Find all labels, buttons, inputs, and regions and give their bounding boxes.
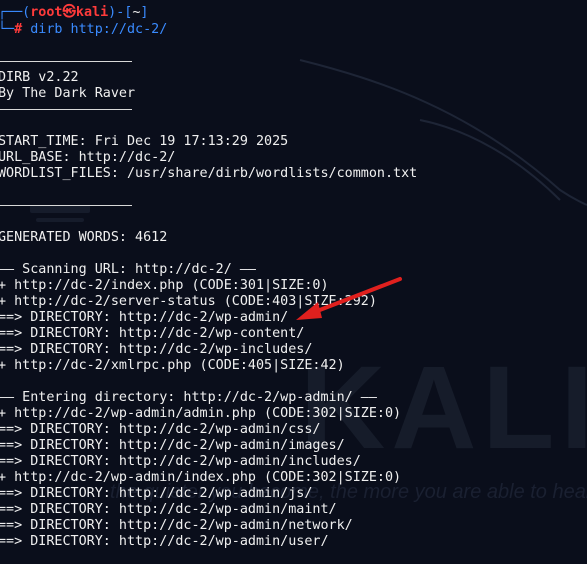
directory-line: ==> DIRECTORY: http://dc-2/wp-admin/user… (0, 534, 329, 549)
entering-header: —— Entering directory: http://dc-2/wp-ad… (0, 390, 377, 405)
divider (0, 61, 132, 62)
prompt-user: root (30, 5, 63, 20)
generated-words: GENERATED WORDS: 4612 (0, 230, 168, 245)
directory-line: ==> DIRECTORY: http://dc-2/wp-admin/css/ (0, 422, 321, 437)
divider (0, 205, 132, 206)
directory-line: ==> DIRECTORY: http://dc-2/wp-admin/js/ (0, 486, 313, 501)
divider (0, 109, 132, 110)
url-base: URL_BASE: http://dc-2/ (0, 150, 176, 165)
command-line[interactable]: └─# dirb http://dc-2/ (0, 22, 167, 38)
wordlist-files: WORDLIST_FILES: /usr/share/dirb/wordlist… (0, 166, 418, 181)
terminal-window[interactable]: KALI LINUX the quieter you become, the m… (0, 0, 587, 564)
result-line: + http://dc-2/wp-admin/admin.php (CODE:3… (0, 406, 402, 421)
directory-line: ==> DIRECTORY: http://dc-2/wp-includes/ (0, 342, 313, 357)
scan-header: —— Scanning URL: http://dc-2/ —— (0, 262, 256, 277)
directory-line: ==> DIRECTORY: http://dc-2/wp-admin/netw… (0, 518, 353, 533)
command-text: dirb http://dc-2/ (30, 22, 168, 37)
dirb-version: DIRB v2.22 (0, 70, 79, 85)
result-line: + http://dc-2/wp-admin/index.php (CODE:3… (0, 470, 402, 485)
prompt-symbol: # (14, 22, 23, 37)
kali-skull-icon: ㉿ (62, 5, 76, 20)
result-line: + http://dc-2/index.php (CODE:301|SIZE:0… (0, 278, 329, 293)
directory-line: ==> DIRECTORY: http://dc-2/wp-admin/ (0, 310, 289, 325)
directory-line: ==> DIRECTORY: http://dc-2/wp-admin/incl… (0, 454, 361, 469)
start-time: START_TIME: Fri Dec 19 17:13:29 2025 (0, 134, 289, 149)
directory-line: ==> DIRECTORY: http://dc-2/wp-content/ (0, 326, 305, 341)
directory-line: ==> DIRECTORY: http://dc-2/wp-admin/imag… (0, 438, 345, 453)
result-line: + http://dc-2/server-status (CODE:403|SI… (0, 294, 377, 309)
prompt-host: kali (75, 5, 109, 20)
directory-line: ==> DIRECTORY: http://dc-2/wp-admin/main… (0, 502, 337, 517)
dirb-author: By The Dark Raver (0, 86, 136, 101)
prompt-line: ┌──(root㉿kali)-[~] (0, 5, 149, 20)
result-line: + http://dc-2/xmlrpc.php (CODE:405|SIZE:… (0, 358, 345, 373)
